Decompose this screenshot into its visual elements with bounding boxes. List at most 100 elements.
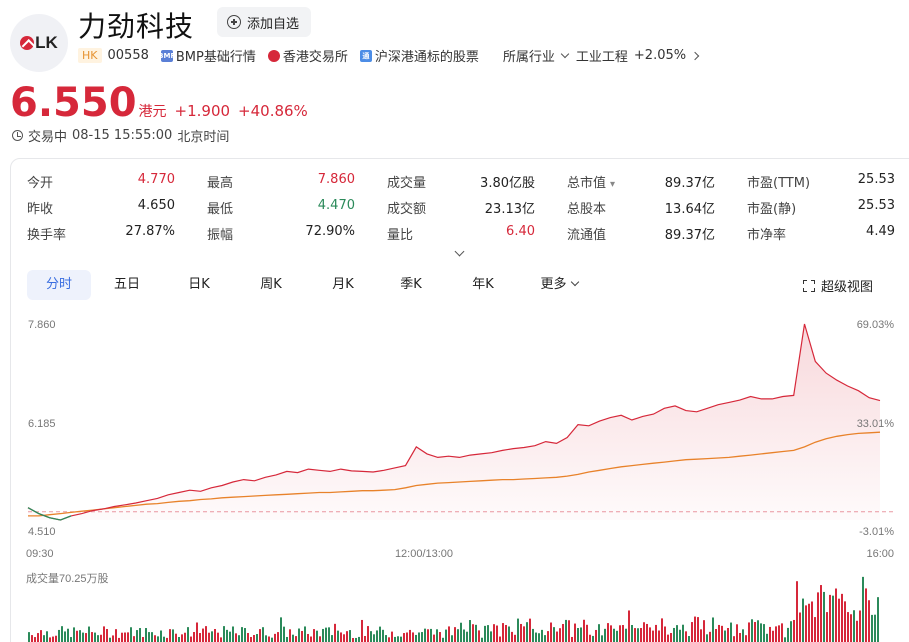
add-watchlist-button[interactable]: 添加自选	[217, 7, 312, 37]
feed-badge[interactable]: BMP BMP基础行情	[158, 46, 256, 65]
volume-bar	[721, 625, 723, 642]
volume-bar	[634, 628, 636, 642]
volume-bar	[628, 610, 630, 642]
volume-bar	[352, 637, 354, 642]
volume-bar	[451, 635, 453, 642]
exchange-label: 香港交易所	[282, 50, 348, 65]
volume-bar	[760, 623, 762, 642]
volume-bar	[490, 631, 492, 642]
caret-down-icon[interactable]: ▾	[610, 179, 615, 190]
industry-name: 工业工程	[575, 50, 628, 65]
volume-bar	[616, 630, 618, 642]
volume-bar	[457, 629, 459, 642]
volume-bar	[88, 626, 90, 642]
volume-bar	[415, 634, 417, 642]
volume-bar	[586, 624, 588, 642]
volume-bar	[97, 635, 99, 642]
volume-bar	[589, 634, 591, 642]
volume-bar	[619, 625, 621, 642]
volume-bar	[397, 636, 399, 642]
volume-bar	[424, 628, 426, 642]
y-axis-left-label: 4.510	[28, 526, 56, 538]
fullview-button[interactable]: 超级视图	[803, 276, 873, 295]
volume-bar	[295, 636, 297, 642]
volume-bar	[766, 633, 768, 642]
volume-bar	[784, 637, 786, 642]
volume-bar	[265, 635, 267, 642]
volume-bar	[355, 637, 357, 642]
volume-bar	[373, 634, 375, 642]
feed-label: BMP基础行情	[175, 50, 256, 65]
y-axis-left-label: 6.185	[28, 418, 56, 430]
volume-bar	[814, 617, 816, 642]
volume-bar	[358, 636, 360, 642]
tab-3[interactable]: 周K	[235, 270, 307, 300]
volume-bar	[841, 593, 843, 642]
volume-bar	[370, 631, 372, 642]
status-text: 交易中	[28, 130, 68, 145]
volume-bar	[790, 621, 792, 642]
volume-bar	[76, 630, 78, 642]
stat-label: 最低	[207, 202, 234, 217]
connect-badge[interactable]: 通 沪深港通标的股票	[359, 46, 479, 65]
stat-value: 25.53	[857, 198, 895, 213]
volume-bar	[196, 622, 198, 642]
volume-bar	[505, 624, 507, 642]
volume-bar	[85, 633, 87, 642]
tab-1[interactable]: 五日	[91, 270, 163, 300]
connect-label: 沪深港通标的股票	[374, 50, 479, 65]
stat-item: 总市值 ▾ 89.37亿	[567, 172, 715, 191]
volume-bar	[544, 635, 546, 642]
exchange-badge[interactable]: 香港交易所	[267, 46, 348, 65]
volume-bar	[247, 632, 249, 642]
volume-bar	[778, 625, 780, 642]
market-tag: HK	[78, 48, 102, 63]
add-circle-icon	[227, 15, 241, 29]
volume-bar	[400, 636, 402, 642]
volume-bar	[718, 624, 720, 642]
volume-bar	[202, 628, 204, 642]
volume-bar	[154, 635, 156, 642]
volume-bar	[409, 629, 411, 642]
tab-2[interactable]: 日K	[163, 270, 235, 300]
volume-bar	[847, 612, 849, 642]
volume-bar	[832, 595, 834, 642]
volume-bar	[298, 628, 300, 642]
stat-value: 89.37亿	[664, 176, 715, 191]
volume-bar	[136, 630, 138, 642]
volume-bar	[94, 632, 96, 642]
volume-bar	[142, 637, 144, 642]
stat-item: 总股本 13.64亿	[567, 198, 715, 217]
volume-bar	[187, 627, 189, 642]
tab-0[interactable]: 分时	[27, 270, 91, 300]
volume-bar	[727, 627, 729, 642]
volume-bar	[349, 630, 351, 642]
connect-icon: 通	[359, 49, 372, 62]
volume-bar	[856, 620, 858, 642]
volume-bar	[775, 626, 777, 642]
tab-6[interactable]: 年K	[443, 270, 523, 300]
price-change-pct: +40.86%	[238, 102, 308, 120]
tab-4[interactable]: 月K	[307, 270, 379, 300]
volume-bar	[172, 629, 174, 642]
volume-bar	[52, 636, 54, 642]
volume-bar	[793, 619, 795, 642]
volume-bar	[547, 631, 549, 642]
tab-5[interactable]: 季K	[379, 270, 443, 300]
stat-value: 25.53	[857, 172, 895, 187]
volume-bar	[442, 637, 444, 642]
stat-value: 4.770	[137, 172, 175, 187]
volume-bar	[481, 637, 483, 642]
tab-7[interactable]: 更多	[523, 270, 595, 300]
volume-bar	[37, 633, 39, 642]
volume-bar	[865, 588, 867, 642]
volume-bar	[844, 601, 846, 642]
volume-bar	[28, 632, 30, 642]
industry-link[interactable]: 工业工程 +2.05%	[575, 46, 700, 65]
stat-label: 最高	[207, 176, 234, 191]
volume-bar	[679, 629, 681, 642]
intraday-chart[interactable]: 7.860 6.185 4.510 69.03% 33.01% -3.01% 09:30 12…	[0, 310, 909, 642]
industry-dropdown[interactable]: 所属行业	[503, 46, 576, 65]
volume-bar	[109, 637, 111, 642]
volume-bar	[583, 619, 585, 642]
